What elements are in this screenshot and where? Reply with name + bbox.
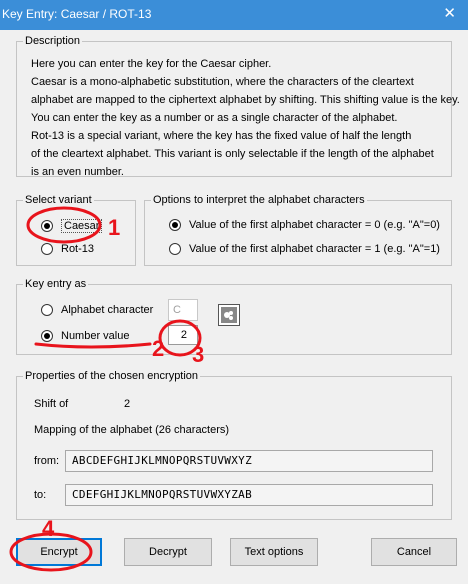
text-options-button[interactable]: Text options: [230, 538, 318, 566]
description-line: is an even number.: [31, 166, 124, 178]
alphabet-char-radio-button[interactable]: [41, 304, 53, 316]
encrypt-button[interactable]: Encrypt: [16, 538, 102, 566]
interpret-option1-label: Value of the first alphabet character = …: [189, 243, 440, 255]
to-alphabet-field[interactable]: CDEFGHIJKLMNOPQRSTUVWXYZAB: [65, 484, 433, 506]
properties-legend: Properties of the chosen encryption: [25, 370, 199, 382]
caesar-radio-button[interactable]: [41, 220, 53, 232]
description-legend: Description: [25, 35, 81, 47]
decrypt-button[interactable]: Decrypt: [124, 538, 212, 566]
interpret-option0-button[interactable]: [169, 219, 181, 231]
interpret-option1-radio[interactable]: Value of the first alphabet character = …: [169, 243, 440, 255]
description-line: You can enter the key as a number or as …: [31, 112, 398, 124]
description-line: alphabet are mapped to the ciphertext al…: [31, 94, 460, 106]
shift-label: Shift of: [34, 398, 69, 410]
variant-legend: Select variant: [25, 194, 92, 206]
window-title: Key Entry: Caesar / ROT-13: [2, 7, 152, 21]
description-line: Here you can enter the key for the Caesa…: [31, 58, 272, 70]
alphabet-char-input[interactable]: C: [168, 299, 198, 321]
description-group: Description Here you can enter the key f…: [16, 35, 460, 178]
interpret-legend: Options to interpret the alphabet charac…: [153, 194, 365, 206]
interpret-option0-radio[interactable]: Value of the first alphabet character = …: [169, 219, 440, 231]
close-icon[interactable]: ✕: [443, 4, 456, 22]
rot13-label: Rot-13: [61, 243, 95, 255]
interpret-option1-button[interactable]: [169, 243, 181, 255]
rot13-radio[interactable]: Rot-13: [41, 243, 94, 255]
description-line: of the cleartext alphabet. This variant …: [31, 148, 434, 160]
key-picker-icon: [221, 307, 237, 323]
title-bar[interactable]: Key Entry: Caesar / ROT-13 ✕: [0, 0, 468, 30]
key-entry-legend: Key entry as: [25, 278, 87, 290]
description-line: Caesar is a mono-alphabetic substitution…: [31, 76, 414, 88]
alphabet-char-label: Alphabet character: [61, 304, 154, 316]
description-line: Rot-13 is a special variant, where the k…: [31, 130, 412, 142]
key-picker-button[interactable]: [218, 304, 240, 326]
shift-value: 2: [124, 398, 131, 410]
number-value-input[interactable]: 2: [168, 325, 198, 345]
mapping-label: Mapping of the alphabet (26 characters): [34, 424, 230, 436]
caesar-radio[interactable]: Caesar: [41, 219, 103, 233]
caesar-label: Caesar: [61, 219, 103, 233]
rot13-radio-button[interactable]: [41, 243, 53, 255]
number-value-label: Number value: [61, 330, 130, 342]
alphabet-char-radio[interactable]: Alphabet character: [41, 304, 153, 316]
number-value-radio-button[interactable]: [41, 330, 53, 342]
from-alphabet-field[interactable]: ABCDEFGHIJKLMNOPQRSTUVWXYZ: [65, 450, 433, 472]
to-label: to:: [34, 489, 47, 501]
description-text: Here you can enter the key for the Caesa…: [31, 55, 460, 181]
cancel-button[interactable]: Cancel: [371, 538, 457, 566]
from-label: from:: [34, 455, 60, 467]
interpret-option0-label: Value of the first alphabet character = …: [189, 219, 440, 231]
number-value-radio[interactable]: Number value: [41, 330, 129, 342]
